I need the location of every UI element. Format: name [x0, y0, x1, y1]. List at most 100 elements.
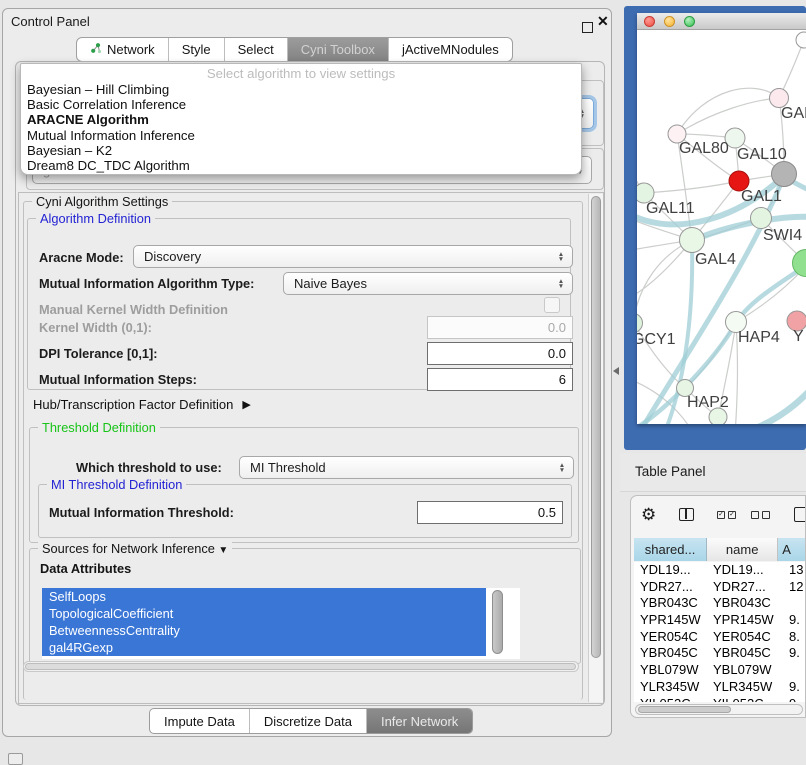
tab-discretize-data[interactable]: Discretize Data	[250, 709, 367, 733]
zoom-traffic-light-icon[interactable]	[684, 16, 695, 27]
network-node-label: HAP4	[738, 329, 780, 346]
deselect-all-checkboxes-icon[interactable]	[751, 511, 770, 519]
table-cell: YBL079W	[711, 662, 786, 679]
network-node[interactable]	[796, 32, 806, 48]
which-threshold-select[interactable]: MI Threshold	[239, 456, 574, 479]
table-cell: YIL052C	[711, 696, 786, 703]
network-edge	[677, 88, 779, 134]
aracne-mode-label: Aracne Mode:	[39, 250, 124, 265]
tab-impute-data[interactable]: Impute Data	[150, 709, 250, 733]
attribute-item-topologicalcoefficient[interactable]: TopologicalCoefficient	[42, 605, 486, 622]
algorithm-option-basic-correlation-inference[interactable]: Basic Correlation Inference	[21, 97, 581, 112]
mi-steps-field[interactable]	[427, 368, 573, 391]
algorithm-option-aracne-algorithm[interactable]: ARACNE Algorithm	[21, 112, 581, 127]
cyni-settings-group-title: Cyni Algorithm Settings	[32, 194, 172, 209]
bottom-tab-bar: Impute DataDiscretize DataInfer Network	[149, 708, 473, 734]
table-cell: 9.	[786, 645, 806, 662]
table-row[interactable]: YIL052CYIL052C9.	[634, 696, 806, 703]
stepper-arrows-icon	[554, 252, 568, 262]
column-header-shared[interactable]: shared...	[634, 538, 707, 561]
algorithm-option-bayesian-hill-climbing[interactable]: Bayesian – Hill Climbing	[21, 82, 581, 97]
network-node-gal4[interactable]	[680, 228, 705, 253]
table-cell: YBR045C	[634, 645, 711, 662]
collapse-down-icon: ▼	[218, 545, 228, 556]
gear-icon[interactable]: ⚙	[641, 505, 656, 525]
network-edge	[644, 181, 739, 193]
close-traffic-light-icon[interactable]	[644, 16, 655, 27]
table-row[interactable]: YBL079WYBL079W	[634, 662, 806, 679]
table-row[interactable]: YPR145WYPR145W9.	[634, 612, 806, 629]
table-cell: YBL079W	[634, 662, 711, 679]
tab-style[interactable]: Style	[169, 38, 225, 61]
network-node-label: GAL4	[695, 251, 736, 268]
hub-transcription-factor-expander[interactable]: Hub/Transcription Factor Definition ▶	[33, 397, 251, 412]
table-rows: YDL19...YDL19...13YDR27...YDR27...12YBR0…	[634, 562, 806, 702]
minimize-traffic-light-icon[interactable]	[664, 16, 675, 27]
aracne-mode-value: Discovery	[134, 249, 554, 264]
table-cell: YER054C	[634, 629, 711, 646]
network-node[interactable]	[772, 162, 797, 187]
table-row[interactable]: YER054CYER054C8.	[634, 629, 806, 646]
tab-network[interactable]: Network	[77, 38, 169, 61]
data-attributes-list[interactable]: SelfLoopsTopologicalCoefficientBetweenne…	[42, 588, 520, 659]
table-cell: YLR345W	[634, 679, 711, 696]
table-panel-titlebar: Table Panel	[620, 453, 806, 492]
control-panel-window: Control Panel ✕ NetworkStyleSelectCyni T…	[2, 8, 612, 737]
network-edge	[734, 322, 737, 424]
column-layout-icon[interactable]	[679, 508, 694, 521]
table-row[interactable]: YBR043CYBR043C	[634, 595, 806, 612]
panel-collapse-arrow-icon[interactable]	[613, 367, 619, 375]
table-row[interactable]: YBR045CYBR045C9.	[634, 645, 806, 662]
tab-cyni-toolbox[interactable]: Cyni Toolbox	[288, 38, 389, 61]
attribute-item-gal4rgexp[interactable]: gal4RGexp	[42, 639, 486, 656]
table-cell: YPR145W	[634, 612, 711, 629]
table-row[interactable]: YDL19...YDL19...13	[634, 562, 806, 579]
settings-horizontal-scrollbar-thumb[interactable]	[25, 663, 576, 670]
table-cell	[786, 595, 806, 612]
algorithm-option-bayesian-k2[interactable]: Bayesian – K2	[21, 143, 581, 158]
network-window-titlebar[interactable]	[637, 13, 806, 30]
attributes-scrollbar[interactable]	[492, 590, 503, 656]
algorithm-option-dream8-dc-tdc-algorithm[interactable]: Dream8 DC_TDC Algorithm	[21, 158, 581, 173]
mi-threshold-field[interactable]	[417, 501, 563, 524]
export-table-icon[interactable]	[794, 507, 806, 522]
tab-infer-network[interactable]: Infer Network	[367, 709, 472, 733]
data-attributes-label: Data Attributes	[40, 561, 131, 576]
table-row[interactable]: YLR345WYLR345W9.	[634, 679, 806, 696]
table-row[interactable]: YDR27...YDR27...12	[634, 579, 806, 596]
mi-threshold-definition-title: MI Threshold Definition	[47, 477, 186, 492]
network-node-gcy1[interactable]	[637, 314, 643, 333]
network-node-label: GAL10	[737, 146, 787, 163]
settings-vertical-scrollbar-thumb[interactable]	[591, 196, 601, 658]
tab-jactivemnodules[interactable]: jActiveMNodules	[389, 38, 512, 61]
select-all-checkboxes-icon[interactable]	[717, 511, 736, 519]
mi-algorithm-type-select[interactable]: Naive Bayes	[283, 272, 573, 295]
algorithm-option-mutual-information-inference[interactable]: Mutual Information Inference	[21, 128, 581, 143]
settings-horizontal-scrollbar[interactable]	[23, 661, 579, 672]
table-horizontal-scrollbar[interactable]	[635, 704, 803, 715]
close-icon[interactable]: ✕	[597, 13, 609, 30]
table-horizontal-scrollbar-thumb[interactable]	[638, 706, 731, 713]
which-threshold-value: MI Threshold	[240, 460, 555, 475]
column-header-name[interactable]: name	[707, 538, 778, 561]
network-node-swi4[interactable]	[751, 208, 772, 229]
network-canvas[interactable]: GALGAL80GAL10GAL1GAL11SWI4GAL4GCY1HAP4YH…	[637, 30, 806, 424]
tab-label: Select	[238, 42, 274, 57]
manual-kernel-width-checkbox[interactable]	[544, 297, 560, 313]
kernel-width-label: Kernel Width (0,1):	[39, 320, 152, 335]
float-window-icon[interactable]	[582, 22, 593, 33]
minimized-panel-icon[interactable]	[8, 753, 23, 765]
aracne-mode-select[interactable]: Discovery	[133, 245, 573, 268]
table-cell: YER054C	[711, 629, 786, 646]
threshold-definition-group: Threshold Definition Which threshold to …	[29, 427, 579, 543]
attribute-item-selfloops[interactable]: SelfLoops	[42, 588, 486, 605]
attributes-scrollbar-thumb[interactable]	[492, 590, 503, 654]
attribute-item-betweennesscentrality[interactable]: BetweennessCentrality	[42, 622, 486, 639]
settings-vertical-scrollbar[interactable]	[588, 194, 604, 702]
dpi-tolerance-field[interactable]	[427, 342, 573, 365]
tab-select[interactable]: Select	[225, 38, 288, 61]
sources-group-title[interactable]: Sources for Network Inference ▼	[38, 541, 232, 556]
network-node-label: Y	[793, 328, 804, 345]
mi-threshold-definition-group: MI Threshold Definition Mutual Informati…	[38, 484, 572, 538]
column-header-a[interactable]: A	[778, 538, 806, 561]
